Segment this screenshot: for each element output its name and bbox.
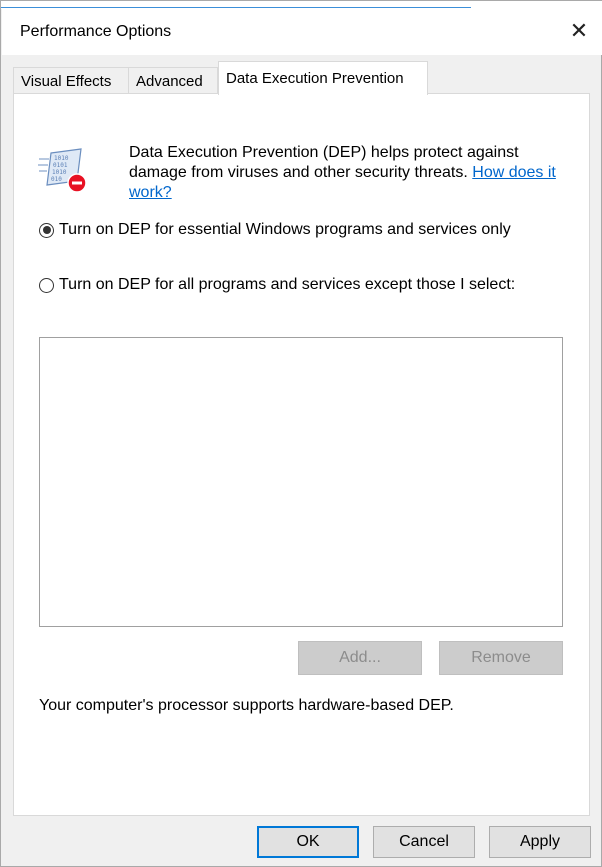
window-title: Performance Options (20, 23, 172, 40)
radio-essential[interactable] (39, 222, 54, 238)
tab-visual-effects[interactable]: Visual Effects (13, 67, 129, 94)
tab-data-execution-prevention[interactable]: Data Execution Prevention (218, 61, 428, 95)
add-button[interactable]: Add... (298, 641, 422, 675)
tab-advanced[interactable]: Advanced (128, 67, 218, 94)
dep-description-text: Data Execution Prevention (DEP) helps pr… (129, 144, 519, 181)
dep-description: Data Execution Prevention (DEP) helps pr… (129, 143, 569, 203)
cancel-button[interactable]: Cancel (373, 826, 475, 858)
title-bar: Performance Options ✕ (2, 9, 602, 55)
dep-essential-option[interactable]: Turn on DEP for essential Windows progra… (39, 221, 511, 239)
performance-options-window: Performance Options ✕ Visual Effects Adv… (0, 0, 602, 867)
ok-button[interactable]: OK (257, 826, 359, 858)
apply-button[interactable]: Apply (489, 826, 591, 858)
radio-all-programs-label: Turn on DEP for all programs and service… (59, 276, 516, 293)
dep-tab-panel: 1010 0101 1010 010 Data Execution Preven… (13, 93, 590, 816)
svg-text:1010: 1010 (52, 169, 67, 176)
exception-program-list[interactable] (39, 337, 563, 627)
radio-selected-dot (42, 226, 51, 234)
hardware-dep-support-text: Your computer's processor supports hardw… (39, 697, 454, 714)
top-edge (1, 1, 602, 9)
dep-shield-icon: 1010 0101 1010 010 (38, 148, 87, 193)
svg-text:1010: 1010 (54, 155, 69, 162)
top-accent-line (1, 7, 471, 8)
svg-text:0101: 0101 (53, 162, 68, 169)
svg-text:010: 010 (51, 176, 62, 183)
radio-essential-label: Turn on DEP for essential Windows progra… (59, 221, 511, 238)
close-icon[interactable]: ✕ (564, 16, 594, 46)
radio-all-programs[interactable] (39, 277, 54, 293)
remove-button[interactable]: Remove (439, 641, 563, 675)
dep-all-programs-option[interactable]: Turn on DEP for all programs and service… (39, 276, 515, 294)
